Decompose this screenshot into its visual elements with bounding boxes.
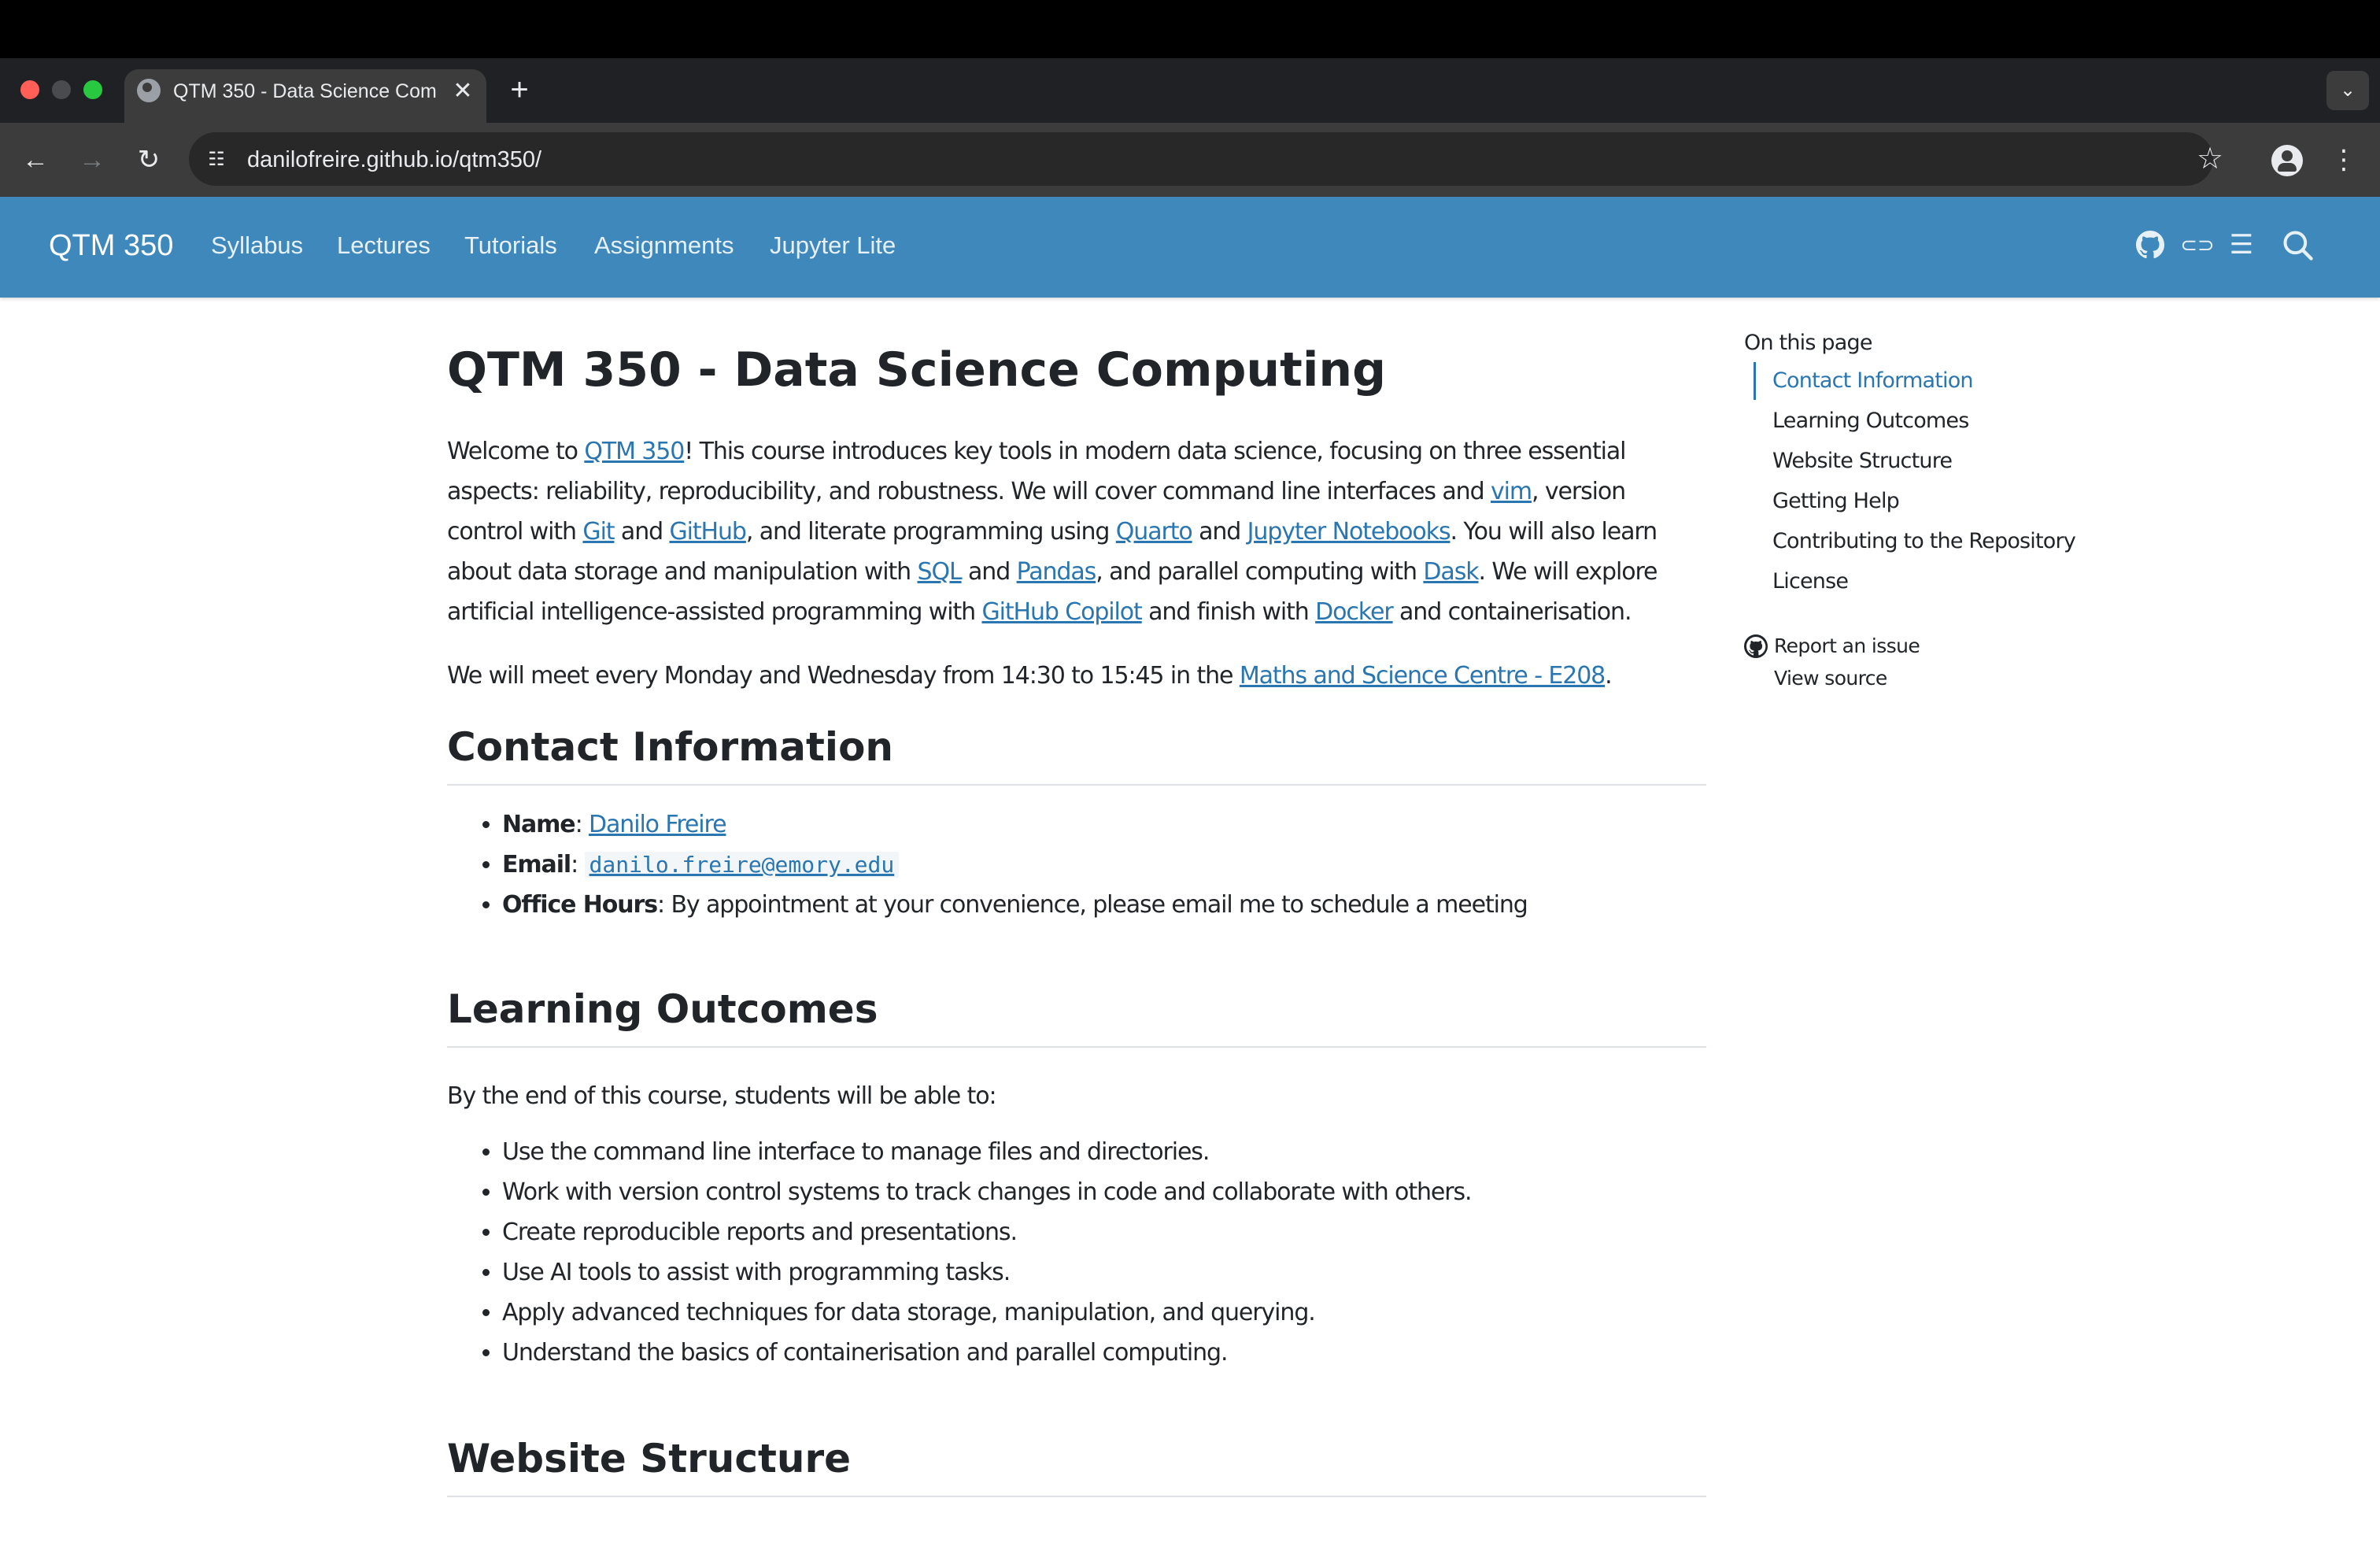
list-item: Work with version control systems to tra… [502, 1172, 1706, 1212]
forward-arrow-icon[interactable]: → [74, 142, 110, 178]
intro-text: , and parallel computing with [1096, 558, 1424, 586]
list-item: Email: danilo.freire@emory.edu [502, 845, 1706, 885]
link-maths-science-centre[interactable]: Maths and Science Centre - E208 [1240, 662, 1606, 690]
system-menubar [0, 0, 2380, 58]
link-danilo-freire[interactable]: Danilo Freire [589, 811, 727, 838]
separator: : [575, 811, 589, 838]
nav-link-syllabus[interactable]: Syllabus [211, 227, 303, 264]
page-title: QTM 350 - Data Science Computing [447, 342, 1387, 398]
search-icon[interactable] [2279, 227, 2317, 263]
nav-link-assignments[interactable]: Assignments [594, 227, 734, 264]
intro-text: Welcome to [447, 438, 585, 465]
intro-text: and [614, 518, 670, 546]
toc-item-contributing[interactable]: Contributing to the Repository [1772, 526, 2076, 557]
link-github-copilot[interactable]: GitHub Copilot [981, 598, 1142, 626]
intro-text: and [1192, 518, 1247, 546]
globe-icon [137, 79, 161, 102]
link-pandas[interactable]: Pandas [1017, 558, 1097, 586]
nav-link-lectures[interactable]: Lectures [337, 227, 431, 264]
meeting-text: We will meet every Monday and Wednesday … [447, 662, 1240, 690]
list-item: Office Hours: By appointment at your con… [502, 885, 1706, 925]
list-item: Use AI tools to assist with programming … [502, 1252, 1706, 1293]
main-content: QTM 350 - Data Science Computing Welcome… [447, 338, 1706, 1497]
list-item: Name: Danilo Freire [502, 804, 1706, 845]
tab-title: QTM 350 - Data Science Computing [173, 80, 438, 102]
nav-link-jupyter-lite[interactable]: Jupyter Lite [770, 227, 896, 264]
toc-item-website-structure[interactable]: Website Structure [1772, 446, 1953, 477]
close-tab-icon[interactable]: ✕ [450, 77, 475, 105]
back-arrow-icon[interactable]: ← [17, 142, 54, 178]
office-hours-value: : By appointment at your convenience, pl… [657, 891, 1528, 919]
github-icon [1744, 634, 1768, 658]
heading-contact-information: Contact Information [447, 719, 1706, 786]
new-tab-icon[interactable]: + [504, 74, 535, 105]
site-settings-icon[interactable]: ☷ [201, 145, 231, 175]
list-item: Apply advanced techniques for data stora… [502, 1293, 1706, 1333]
site-brand[interactable]: QTM 350 [49, 225, 173, 266]
toc-active-indicator [1754, 362, 1756, 400]
email-code: danilo.freire@emory.edu [584, 852, 900, 878]
toggle-icon[interactable]: ⊂⊃ [2179, 227, 2216, 263]
toc-title: On this page [1744, 331, 1872, 355]
view-source-link[interactable]: View source [1774, 664, 1887, 693]
reader-mode-icon[interactable]: ☰ [2226, 227, 2257, 263]
list-item: Understand the basics of containerisatio… [502, 1333, 1706, 1373]
close-window-button[interactable] [20, 80, 39, 99]
profile-avatar-icon[interactable] [2271, 145, 2303, 176]
toc-item-license[interactable]: License [1772, 566, 1849, 597]
link-docker[interactable]: Docker [1315, 598, 1394, 626]
toc-item-getting-help[interactable]: Getting Help [1772, 486, 1900, 517]
nav-link-tutorials[interactable]: Tutorials [464, 227, 557, 264]
outcomes-list: Use the command line interface to manage… [447, 1132, 1706, 1373]
office-hours-label: Office Hours [502, 891, 658, 919]
intro-text: , and literate programming using [745, 518, 1116, 546]
intro-text: and [961, 558, 1017, 586]
outcomes-intro: By the end of this course, students will… [447, 1082, 997, 1110]
github-icon[interactable] [2134, 227, 2166, 263]
heading-website-structure: Website Structure [447, 1431, 1706, 1497]
link-qtm350[interactable]: QTM 350 [584, 438, 685, 465]
link-jupyter-notebooks[interactable]: Jupyter Notebooks [1247, 518, 1451, 546]
intro-text: and finish with [1141, 598, 1316, 626]
tab-search-chevron-icon[interactable]: ⌄ [2326, 71, 2369, 110]
email-label: Email [502, 851, 571, 878]
meeting-text-end: . [1605, 662, 1613, 690]
list-item: Use the command line interface to manage… [502, 1132, 1706, 1172]
link-git[interactable]: Git [582, 518, 615, 546]
name-label: Name [502, 811, 576, 838]
zoom-window-button[interactable] [83, 80, 102, 99]
toc-item-learning-outcomes[interactable]: Learning Outcomes [1772, 405, 1969, 437]
browser-menu-icon[interactable]: ⋮ [2328, 142, 2360, 178]
meeting-paragraph: We will meet every Monday and Wednesday … [447, 656, 1706, 696]
link-github[interactable]: GitHub [669, 518, 746, 546]
reload-icon[interactable]: ↻ [131, 142, 167, 178]
separator: : [571, 851, 585, 878]
toc-item-contact-information[interactable]: Contact Information [1772, 365, 1974, 397]
intro-paragraph: Welcome to QTM 350! This course introduc… [447, 431, 1706, 632]
link-email[interactable]: danilo.freire@emory.edu [584, 851, 900, 878]
bookmark-star-icon[interactable]: ☆ [2193, 142, 2227, 176]
link-sql[interactable]: SQL [918, 558, 963, 586]
contact-list: Name: Danilo Freire Email: danilo.freire… [447, 804, 1706, 925]
intro-text: and containerisation. [1392, 598, 1632, 626]
heading-learning-outcomes: Learning Outcomes [447, 982, 1706, 1048]
minimize-window-button[interactable] [52, 80, 71, 99]
link-dask[interactable]: Dask [1423, 558, 1479, 586]
link-quarto[interactable]: Quarto [1116, 518, 1193, 546]
url-text[interactable]: danilofreire.github.io/qtm350/ [247, 144, 541, 176]
link-vim[interactable]: vim [1491, 478, 1532, 505]
list-item: Create reproducible reports and presenta… [502, 1212, 1706, 1252]
report-issue-link[interactable]: Report an issue [1774, 632, 1920, 660]
